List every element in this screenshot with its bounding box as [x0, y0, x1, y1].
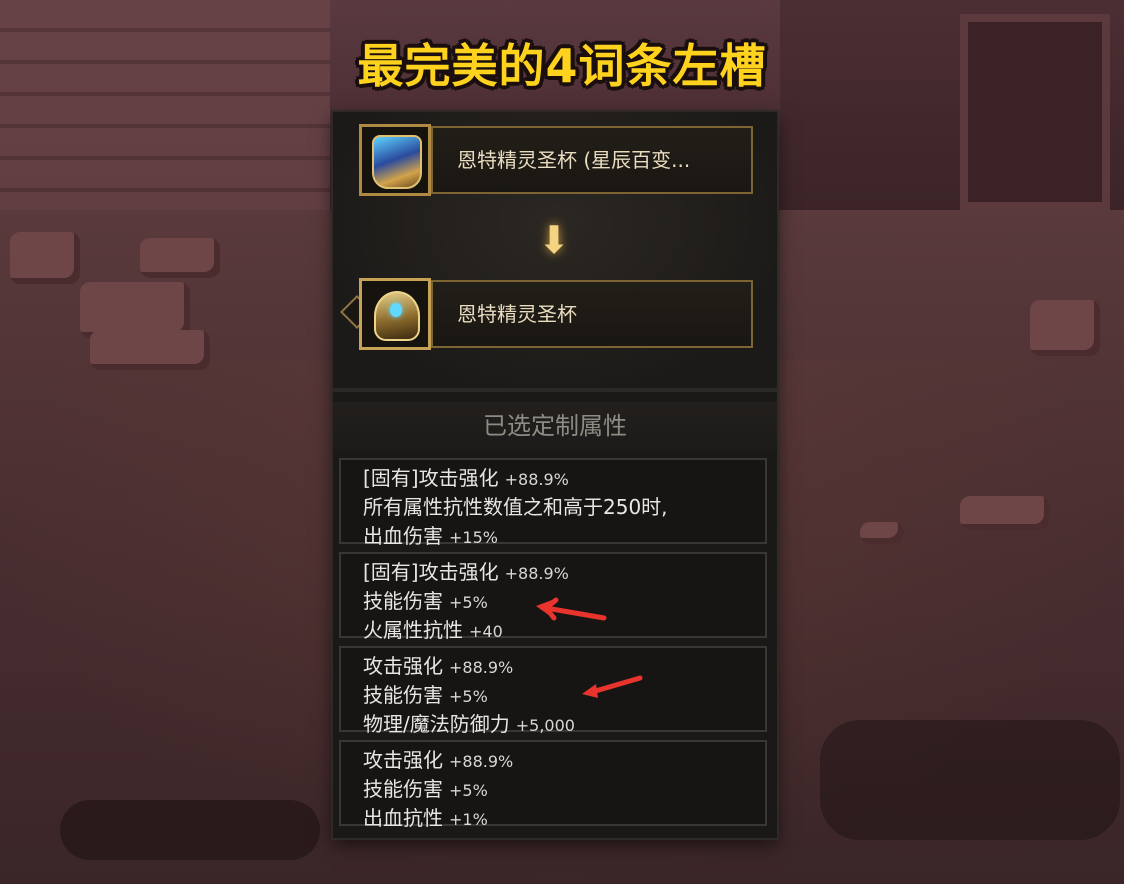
chalice-icon [359, 124, 431, 196]
attr-name: [固有]攻击强化 [363, 560, 499, 584]
annotation-arrow-icon [536, 597, 607, 621]
option-card[interactable]: [固有]攻击强化 +88.9% 所有属性抗性数值之和高于250时, 出血伤害 +15… [339, 458, 767, 548]
attr-value: +5% [449, 687, 488, 706]
attr-name: [固有]攻击强化 [363, 466, 499, 490]
attr-name: 攻击强化 [363, 654, 443, 678]
attr-value: +1% [449, 810, 488, 829]
chalice-icon [359, 278, 431, 350]
target-item-name: 恩特精灵圣杯 [431, 280, 753, 348]
attr-name: 火属性抗性 [363, 618, 463, 642]
option-card[interactable]: 攻击强化 +88.9% 技能伤害 +5% 出血抗性 +1% [339, 740, 767, 830]
attr-name: 出血抗性 [363, 806, 443, 830]
attr-name: 技能伤害 [363, 589, 443, 613]
source-item-row[interactable]: 恩特精灵圣杯 (星辰百变... [359, 124, 755, 196]
page-title: 最完美的4词条左槽 [357, 39, 767, 93]
option-card[interactable]: 攻击强化 +88.9% 技能伤害 +5% 物理/魔法防御力 +5,000 [339, 646, 767, 736]
attr-name: 技能伤害 [363, 777, 443, 801]
attr-value: +5% [449, 781, 488, 800]
attr-value: +5,000 [515, 716, 575, 735]
attr-value: +88.9% [449, 658, 514, 677]
attr-name: 技能伤害 [363, 683, 443, 707]
attr-value: +5% [449, 593, 488, 612]
attr-value: +88.9% [504, 470, 569, 489]
source-item-name: 恩特精灵圣杯 (星辰百变... [431, 126, 753, 194]
arrow-down-icon: ⬇ [538, 218, 570, 262]
attr-name: 所有属性抗性数值之和高于250时, [363, 495, 668, 519]
attr-value: +88.9% [449, 752, 514, 771]
customization-panel: 恩特精灵圣杯 (星辰百变... ⬇ 恩特精灵圣杯 已选定制属性 [固有]攻击强化… [333, 112, 777, 838]
attr-name: 出血伤害 [363, 524, 443, 548]
attr-value: +40 [469, 622, 503, 641]
section-title: 已选定制属性 [333, 402, 777, 450]
divider [333, 388, 777, 392]
attr-name: 物理/魔法防御力 [363, 712, 510, 736]
attr-value: +88.9% [504, 564, 569, 583]
annotation-arrow-icon [582, 675, 643, 698]
target-item-row[interactable]: 恩特精灵圣杯 [340, 278, 755, 350]
attr-name: 攻击强化 [363, 748, 443, 772]
attr-value: +15% [449, 528, 498, 547]
item-transform-area: 恩特精灵圣杯 (星辰百变... ⬇ 恩特精灵圣杯 [333, 112, 777, 388]
